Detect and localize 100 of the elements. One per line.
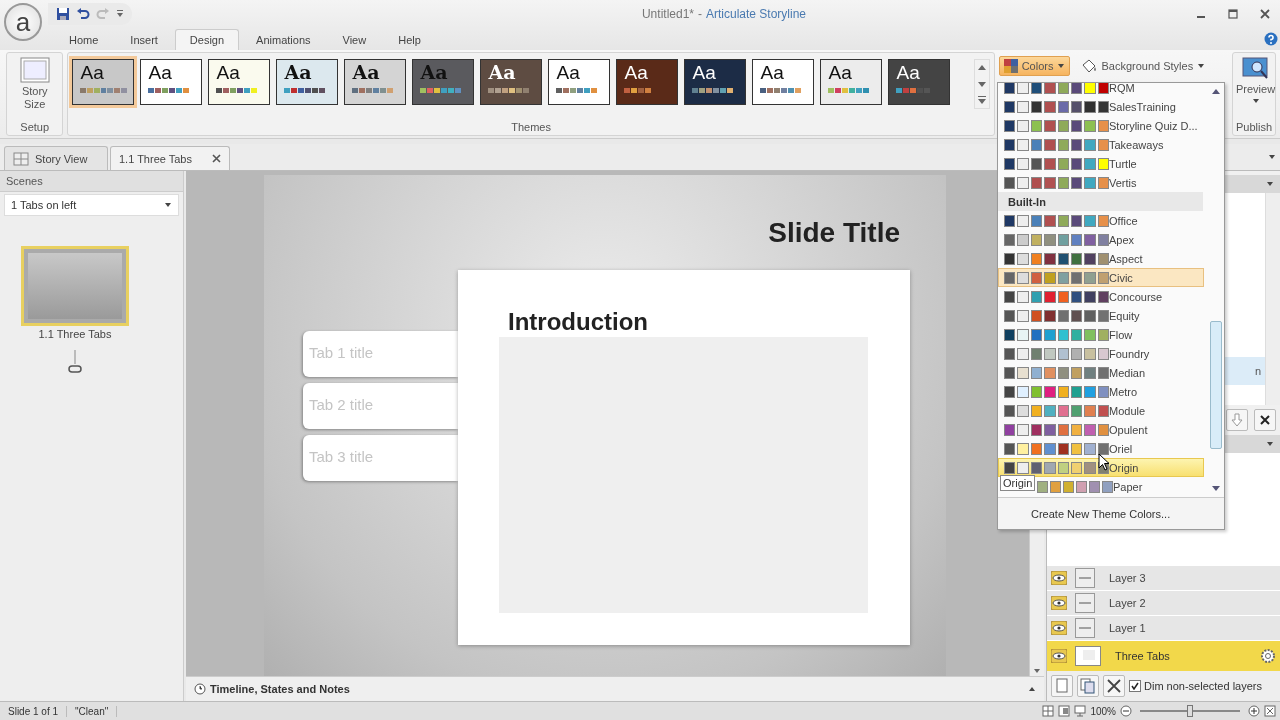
delete-state-button[interactable]: [1254, 409, 1276, 431]
slide-title: Slide Title: [768, 217, 900, 249]
color-scheme-item[interactable]: Opulent: [998, 420, 1204, 439]
close-icon[interactable]: [1260, 9, 1270, 19]
presentation-icon[interactable]: [1074, 705, 1087, 717]
layer-row[interactable]: Layer 2: [1047, 590, 1280, 615]
eye-icon[interactable]: [1051, 571, 1067, 585]
close-icon[interactable]: [212, 154, 221, 163]
theme-thumbnail[interactable]: Aa: [888, 59, 951, 105]
ribbon-tab[interactable]: Home: [54, 29, 114, 50]
maximize-icon[interactable]: [1228, 9, 1238, 19]
color-scheme-item[interactable]: Apex: [998, 230, 1204, 249]
ribbon-tab[interactable]: View: [327, 29, 382, 50]
scroll-down-icon[interactable]: [1211, 485, 1221, 493]
scroll-thumb[interactable]: [1210, 321, 1222, 449]
slide-view-icon[interactable]: [1058, 705, 1071, 717]
scene-dropdown[interactable]: 1 Tabs on left: [4, 194, 179, 216]
layer-name: Layer 2: [1109, 597, 1146, 609]
ribbon-tab[interactable]: Design: [174, 29, 240, 50]
group-label: Publish: [1234, 120, 1273, 135]
theme-thumbnail[interactable]: Aa: [616, 59, 679, 105]
normal-view-icon[interactable]: [1042, 705, 1055, 717]
color-scheme-item[interactable]: Origin: [998, 458, 1204, 477]
story-size-button[interactable]: Story Size: [7, 53, 63, 112]
caret-icon[interactable]: [1266, 441, 1274, 447]
undo-icon[interactable]: [76, 7, 90, 21]
ribbon-tab[interactable]: Insert: [115, 29, 173, 50]
theme-thumbnail[interactable]: Aa: [208, 59, 271, 105]
settings-icon[interactable]: [1260, 648, 1276, 664]
document-title: Untitled1*: [641, 7, 694, 21]
color-scheme-item[interactable]: Foundry: [998, 344, 1204, 363]
scrollbar[interactable]: [1265, 193, 1280, 405]
slide-heading: Introduction: [508, 308, 648, 336]
layer-row[interactable]: Layer 1: [1047, 615, 1280, 640]
background-styles-button[interactable]: Background Styles: [1076, 56, 1211, 76]
scroll-up-icon[interactable]: [1211, 87, 1221, 95]
color-scheme-item[interactable]: Equity: [998, 306, 1204, 325]
theme-thumbnail[interactable]: Aa: [276, 59, 339, 105]
ribbon-tab[interactable]: Animations: [241, 29, 326, 50]
color-scheme-item[interactable]: Storyline Quiz D...: [998, 116, 1204, 135]
caret-icon[interactable]: [1268, 154, 1276, 160]
document-tab[interactable]: Story View: [4, 146, 108, 170]
color-scheme-item[interactable]: Aspect: [998, 249, 1204, 268]
eye-icon[interactable]: [1051, 596, 1067, 610]
color-scheme-item[interactable]: Median: [998, 363, 1204, 382]
document-tab[interactable]: 1.1 Three Tabs: [110, 146, 230, 170]
theme-thumbnail[interactable]: Aa: [548, 59, 611, 105]
color-scheme-item[interactable]: Concourse: [998, 287, 1204, 306]
color-scheme-item[interactable]: Flow: [998, 325, 1204, 344]
color-scheme-item[interactable]: Takeaways: [998, 135, 1204, 154]
slide-thumbnail[interactable]: [21, 246, 129, 326]
theme-thumbnail[interactable]: Aa: [72, 59, 135, 105]
fit-icon[interactable]: [1264, 705, 1276, 717]
color-scheme-item[interactable]: Metro: [998, 382, 1204, 401]
customize-caret-icon[interactable]: [116, 10, 124, 18]
caret-icon: [1057, 63, 1066, 69]
colors-button[interactable]: Colors: [998, 56, 1071, 76]
preview-button[interactable]: Preview: [1233, 53, 1279, 105]
caret-icon: [1197, 63, 1206, 69]
check-icon: [1131, 682, 1139, 690]
tooltip: Origin: [1000, 475, 1036, 491]
caret-icon: [1251, 98, 1260, 105]
arrow-down-icon: [1231, 413, 1243, 427]
app-logo[interactable]: a: [4, 3, 42, 41]
color-scheme-item[interactable]: RQM: [998, 83, 1204, 97]
theme-thumbnail[interactable]: Aa: [480, 59, 543, 105]
cross-icon: [1106, 678, 1122, 694]
section-header: Built-In: [998, 192, 1203, 211]
color-scheme-item[interactable]: Turtle: [998, 154, 1204, 173]
copy-icon: [1080, 678, 1096, 694]
slider-thumb[interactable]: [1187, 705, 1193, 717]
caret-icon[interactable]: [1266, 181, 1274, 187]
theme-thumbnail[interactable]: Aa: [140, 59, 203, 105]
caret-up-icon[interactable]: [1028, 686, 1036, 692]
paint-bucket-icon: [1081, 59, 1098, 73]
theme-thumbnail[interactable]: Aa: [344, 59, 407, 105]
layer-row[interactable]: Three Tabs: [1047, 640, 1280, 671]
color-scheme-item[interactable]: Vertis: [998, 173, 1204, 192]
link-icon: [68, 350, 82, 374]
zoom-out-icon[interactable]: [1120, 705, 1132, 717]
color-scheme-item[interactable]: SalesTraining: [998, 97, 1204, 116]
zoom-in-icon[interactable]: [1248, 705, 1260, 717]
color-scheme-item[interactable]: Office: [998, 211, 1204, 230]
color-scheme-item[interactable]: Civic: [998, 268, 1204, 287]
help-icon[interactable]: [1264, 32, 1278, 46]
color-scheme-item[interactable]: Module: [998, 401, 1204, 420]
timeline-bar[interactable]: Timeline, States and Notes: [186, 676, 1044, 701]
delete-layer-button[interactable]: [1103, 675, 1125, 697]
ribbon-tab[interactable]: Help: [383, 29, 436, 50]
theme-thumbnail[interactable]: Aa: [820, 59, 883, 105]
timeline-label: Timeline, States and Notes: [210, 683, 350, 695]
theme-thumbnail[interactable]: Aa: [752, 59, 815, 105]
color-scheme-item[interactable]: Oriel: [998, 439, 1204, 458]
theme-thumbnail[interactable]: Aa: [684, 59, 747, 105]
checkbox[interactable]: [1129, 680, 1141, 692]
color-scheme-item[interactable]: Paper: [1036, 477, 1204, 496]
save-icon[interactable]: [56, 7, 70, 21]
layer-row[interactable]: Layer 3: [1047, 565, 1280, 590]
eye-icon[interactable]: [1051, 621, 1067, 635]
eye-icon[interactable]: [1051, 649, 1067, 663]
